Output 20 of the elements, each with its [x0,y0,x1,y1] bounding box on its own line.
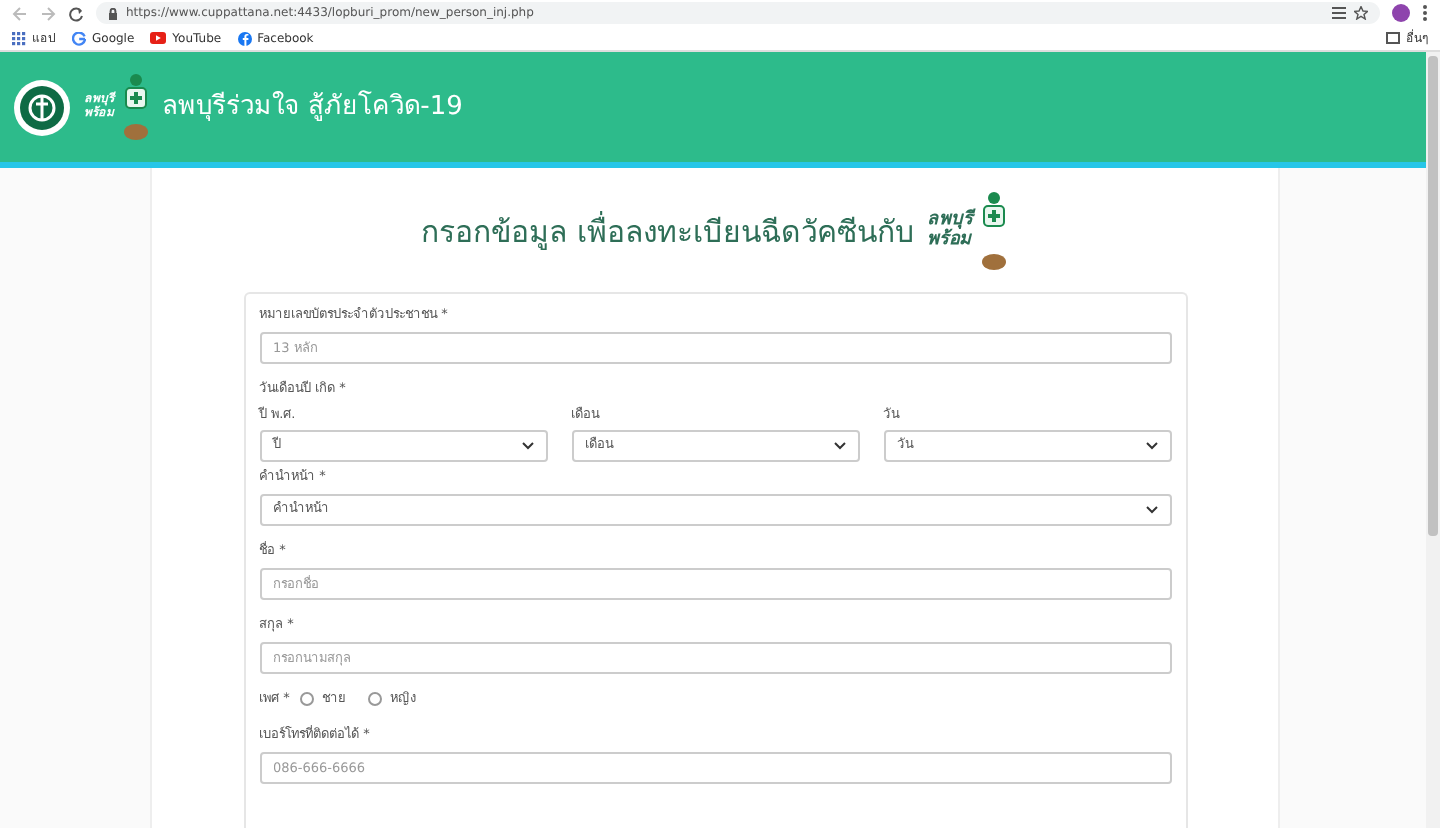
mascot-drawing [980,192,1009,272]
menu-icon[interactable] [1422,4,1428,22]
folder-icon [1386,32,1400,44]
avatar-icon[interactable] [1392,4,1410,22]
form-heading: กรอกข้อมูล เพื่อลงทะเบียนฉีดวัคซีนกับ [421,209,915,254]
chevron-down-icon [1145,506,1157,514]
star-icon[interactable] [1354,6,1368,20]
f-logo-icon[interactable] [237,31,252,45]
logo-text: ลพบุรี พร้อม [926,212,973,252]
google-g-icon[interactable] [72,31,86,45]
chevron-down-icon [1145,442,1157,451]
chevron-down-icon [521,442,533,451]
site-title: ลพบุรีร่วมใจ สู้ภัยโควิด-19 [162,88,463,126]
lock-icon [108,7,118,19]
ministry-seal-icon [12,77,72,137]
chevron-down-icon [833,442,845,451]
apps-grid-icon[interactable] [12,31,26,45]
reload-icon[interactable] [68,5,84,21]
mascot-drawing [122,73,150,141]
play-icon[interactable] [150,32,167,44]
